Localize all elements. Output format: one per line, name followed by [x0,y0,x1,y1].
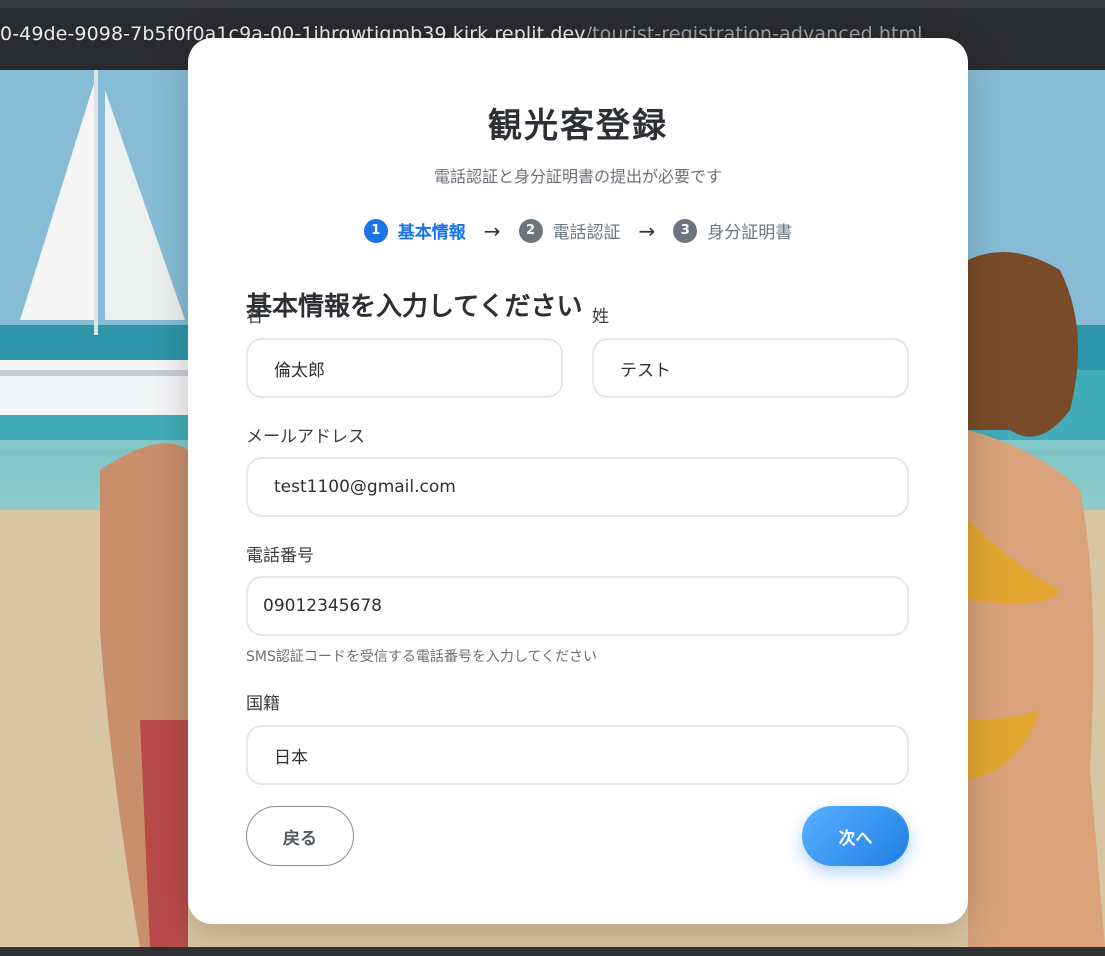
step-number-3: 3 [673,218,698,243]
last-name-input[interactable]: テスト [592,338,909,398]
step-label-id-document: 身分証明書 [707,223,793,243]
back-button[interactable]: 戻る [246,806,354,866]
step-number-1: 1 [363,218,388,243]
email-input[interactable]: test1100@gmail.com [246,457,909,517]
last-name-label: 姓 [592,307,609,327]
nationality-input[interactable]: 日本 [246,725,909,785]
phone-label: 電話番号 [246,546,314,566]
page-title: 観光客登録 [488,106,668,146]
browser-tab-strip [0,0,1105,8]
nationality-label: 国籍 [246,694,280,714]
step-label-basic-info: 基本情報 [397,223,466,243]
first-name-label: 名 [246,307,263,327]
next-button[interactable]: 次へ [802,806,909,866]
browser-bottom-bar [0,947,1105,956]
registration-card: 観光客登録 電話認証と身分証明書の提出が必要です 1 基本情報 → 2 電話認証… [188,38,968,924]
step-number-2: 2 [518,218,543,243]
first-name-input[interactable]: 倫太郎 [246,338,563,398]
phone-input[interactable]: 09012345678 [246,576,909,636]
arrow-right-icon: → [638,218,656,243]
step-basic-info: 1 基本情報 [363,218,466,243]
phone-hint: SMS認証コードを受信する電話番号を入力してください [246,649,598,665]
page-subtitle: 電話認証と身分証明書の提出が必要です [433,167,722,186]
step-phone-verification: 2 電話認証 [518,218,621,243]
step-id-document: 3 身分証明書 [673,218,792,243]
email-label: メールアドレス [246,427,365,447]
form-heading: 基本情報を入力してください [246,292,583,322]
arrow-right-icon: → [483,218,501,243]
step-label-phone-verification: 電話認証 [552,223,621,243]
step-indicator: 1 基本情報 → 2 電話認証 → 3 身分証明書 [188,218,968,243]
